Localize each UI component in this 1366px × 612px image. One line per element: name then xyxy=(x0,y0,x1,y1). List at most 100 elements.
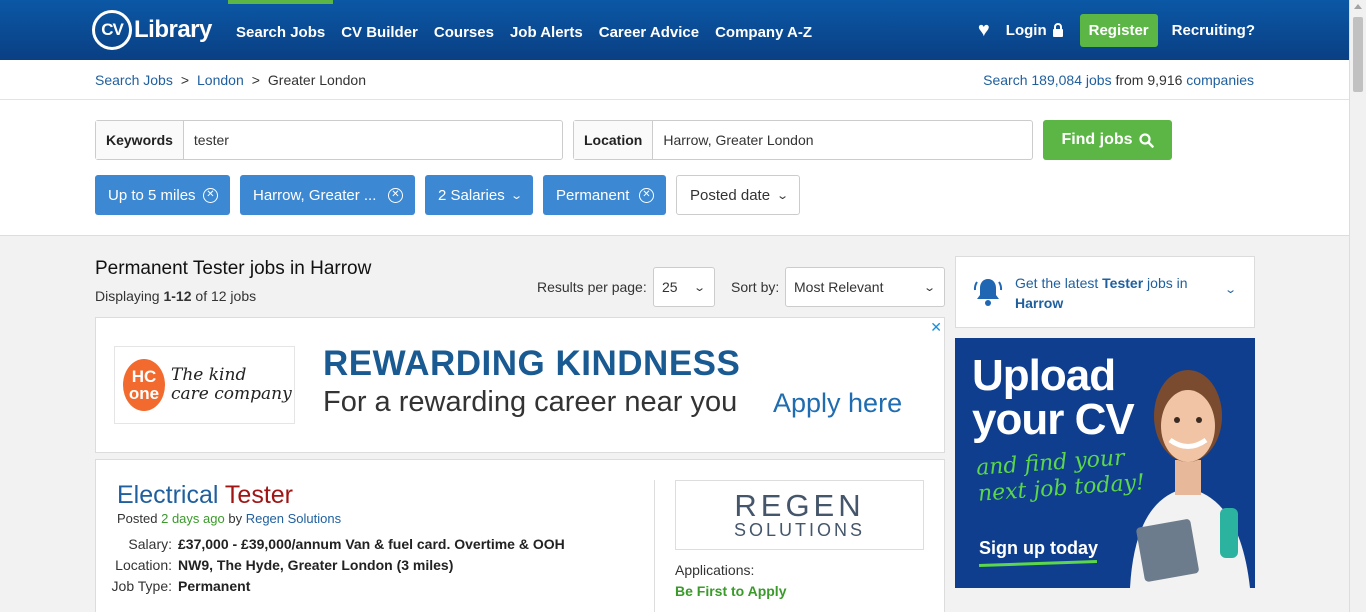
job-posted-info: Posted 2 days ago by Regen Solutions xyxy=(117,511,341,526)
find-jobs-button[interactable]: Find jobs xyxy=(1043,120,1172,160)
filter-posted-date-dropdown[interactable]: Posted date ⌄ xyxy=(676,175,800,215)
remove-filter-icon[interactable]: ✕ xyxy=(388,187,403,203)
results-count: Displaying 1-12 of 12 jobs xyxy=(95,288,256,304)
job-salary-label: Salary: xyxy=(128,536,172,552)
ad-subtext: For a rewarding career near you xyxy=(323,386,738,418)
job-salary-row: Salary: £37,000 - £39,000/annum Van & fu… xyxy=(96,536,564,552)
results-title: Permanent Tester jobs in Harrow xyxy=(95,258,372,279)
breadcrumb-london[interactable]: London xyxy=(197,72,244,88)
chevron-down-icon: ⌄ xyxy=(509,189,523,202)
keywords-field[interactable]: Keywords tester xyxy=(95,120,563,160)
job-title-part: Electrical xyxy=(117,481,225,509)
breadcrumb-bar: Search Jobs > London > Greater London Se… xyxy=(0,60,1349,100)
login-label: Login xyxy=(1005,21,1047,39)
filter-type-label: Permanent xyxy=(556,186,630,204)
results-count-prefix: Displaying xyxy=(95,288,160,304)
nav-company-a-z[interactable]: Company A-Z xyxy=(707,0,820,60)
login-link[interactable]: Login xyxy=(1006,22,1064,39)
lock-icon xyxy=(1052,22,1063,37)
filter-distance-chip[interactable]: Up to 5 miles ✕ xyxy=(95,175,230,215)
breadcrumb-separator: > xyxy=(180,72,190,88)
ad-apply-link[interactable]: Apply here xyxy=(773,388,902,419)
job-location-value: NW9, The Hyde, Greater London (3 miles) xyxy=(178,557,454,573)
filter-salaries-chip[interactable]: 2 Salaries ⌄ xyxy=(425,175,533,215)
job-location-row: Location: NW9, The Hyde, Greater London … xyxy=(96,557,453,573)
nav-career-advice[interactable]: Career Advice xyxy=(591,0,707,60)
results-count-suffix: of 12 jobs xyxy=(195,288,257,304)
job-title-link[interactable]: Electrical Tester xyxy=(117,481,293,510)
nav-search-jobs[interactable]: Search Jobs xyxy=(228,0,334,60)
ad-headline: REWARDING KINDNESS xyxy=(323,344,741,383)
breadcrumb-search-jobs[interactable]: Search Jobs xyxy=(95,72,173,88)
remove-filter-icon[interactable]: ✕ xyxy=(639,187,654,203)
cv-library-logo[interactable]: CV Library xyxy=(92,10,212,50)
filter-type-chip[interactable]: Permanent ✕ xyxy=(543,175,666,215)
regen-logo-line1: REGEN xyxy=(734,487,865,523)
main-nav: Search Jobs CV Builder Courses Job Alert… xyxy=(228,0,820,60)
job-type-value: Permanent xyxy=(178,578,251,594)
job-company-link[interactable]: Regen Solutions xyxy=(246,511,341,526)
job-alert-pre: Get the latest xyxy=(1015,275,1099,291)
upload-cv-ad[interactable]: Upload your CV and find your next job to… xyxy=(955,338,1255,588)
sign-up-today-link[interactable]: Sign up today xyxy=(979,538,1098,559)
nav-cv-builder[interactable]: CV Builder xyxy=(333,0,426,60)
location-input[interactable]: Harrow, Greater London xyxy=(653,121,1032,159)
breadcrumb-separator: > xyxy=(251,72,260,88)
job-card: Electrical Tester Posted 2 days ago by R… xyxy=(95,459,945,612)
heart-icon[interactable]: ♥ xyxy=(978,19,990,42)
job-type-row: Job Type: Permanent xyxy=(96,578,251,594)
nav-job-alerts[interactable]: Job Alerts xyxy=(502,0,591,60)
chevron-down-icon: ⌄ xyxy=(692,281,706,294)
breadcrumb: Search Jobs > London > Greater London xyxy=(95,72,366,88)
applications-value: Be First to Apply xyxy=(675,583,787,599)
regen-solutions-logo[interactable]: REGEN SOLUTIONS xyxy=(675,480,924,550)
jobcount-companies-num: 9,916 xyxy=(1147,72,1183,88)
remove-filter-icon[interactable]: ✕ xyxy=(203,187,218,203)
filter-distance-label: Up to 5 miles xyxy=(108,186,196,204)
job-alert-box[interactable]: Get the latest Tester jobs in Harrow ⌄ xyxy=(955,256,1255,328)
filter-posted-label: Posted date xyxy=(690,186,771,204)
sign-up-underline xyxy=(978,559,1098,568)
recruiting-link[interactable]: Recruiting? xyxy=(1172,22,1255,39)
job-alert-mid: jobs in xyxy=(1147,275,1188,291)
job-title-keyword: Tester xyxy=(224,481,294,509)
hc-one-ad-banner[interactable]: ✕ HC one The kind care company REWARDING… xyxy=(95,317,945,453)
job-posted-prefix: Posted xyxy=(117,511,158,526)
jobcount-prefix[interactable]: Search xyxy=(983,72,1027,88)
regen-logo-line2: SOLUTIONS xyxy=(733,519,866,540)
hc-one-tagline: The kind care company xyxy=(171,366,292,403)
filter-location-chip[interactable]: Harrow, Greater ... ✕ xyxy=(240,175,415,215)
logo-cv-mark: CV xyxy=(92,10,132,50)
jobcount-jobs[interactable]: 189,084 jobs xyxy=(1031,72,1111,88)
location-field[interactable]: Location Harrow, Greater London xyxy=(573,120,1033,160)
upload-cv-line1: Upload xyxy=(972,351,1116,400)
nav-courses[interactable]: Courses xyxy=(426,0,502,60)
job-posted-ago: 2 days ago xyxy=(161,511,225,526)
upload-cv-line2: your CV xyxy=(972,395,1135,444)
search-panel: Keywords tester Location Harrow, Greater… xyxy=(0,100,1349,236)
results-count-range: 1-12 xyxy=(163,288,192,304)
upload-cv-headline: Upload your CV xyxy=(972,351,1135,444)
sort-by-label: Sort by: xyxy=(731,279,780,295)
sort-by-value: Most Relevant xyxy=(794,279,884,295)
register-button[interactable]: Register xyxy=(1079,13,1158,47)
breadcrumb-current: Greater London xyxy=(267,72,366,88)
results-per-page-select[interactable]: 25 ⌄ xyxy=(653,267,715,307)
keywords-input[interactable]: tester xyxy=(184,121,562,159)
jobcount-companies[interactable]: companies xyxy=(1186,72,1254,88)
hc-one-mark-one: one xyxy=(128,384,160,403)
hc-one-mark-hc: HC xyxy=(131,367,157,386)
scroll-up-arrow-icon[interactable] xyxy=(1354,4,1362,9)
search-icon xyxy=(1138,132,1154,148)
job-alert-location: Harrow xyxy=(1015,295,1064,311)
scroll-thumb[interactable] xyxy=(1353,17,1363,92)
chevron-down-icon[interactable]: ⌄ xyxy=(1224,283,1237,296)
page-scrollbar[interactable] xyxy=(1349,0,1366,612)
bell-icon xyxy=(973,279,1003,306)
job-type-label: Job Type: xyxy=(111,578,172,594)
location-label: Location xyxy=(574,121,654,159)
logo-library-text: Library xyxy=(134,16,212,43)
find-jobs-label: Find jobs xyxy=(1061,131,1133,148)
close-ad-icon[interactable]: ✕ xyxy=(930,319,942,336)
sort-by-select[interactable]: Most Relevant ⌄ xyxy=(785,267,945,307)
